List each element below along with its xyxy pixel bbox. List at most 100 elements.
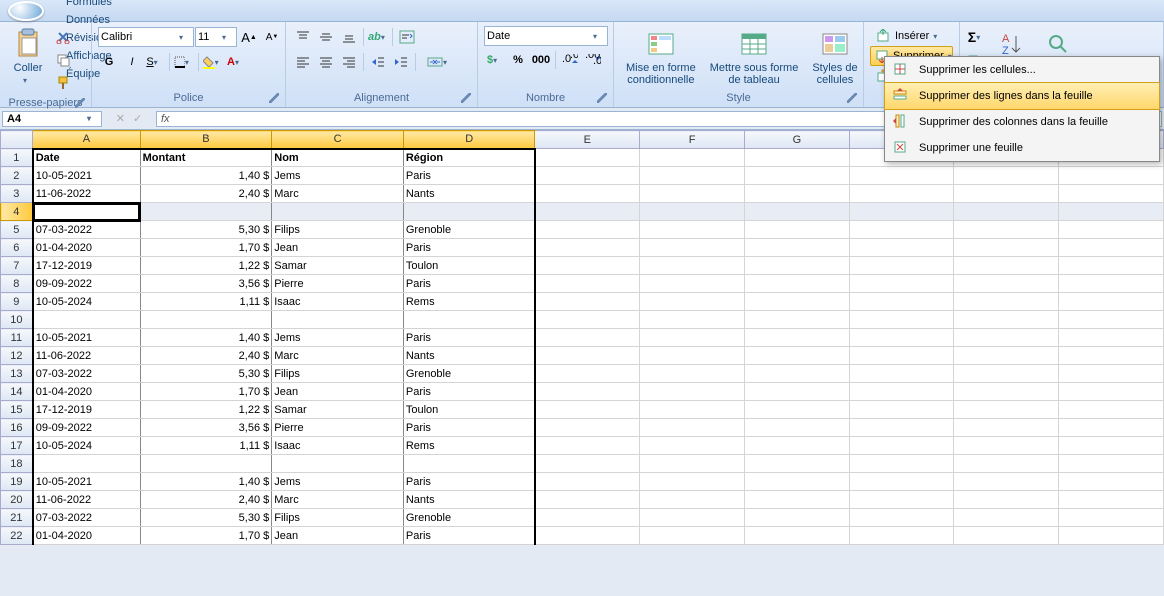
cell-D8[interactable]: Paris: [403, 275, 535, 293]
cell-A9[interactable]: 10-05-2024: [33, 293, 140, 311]
row-header-20[interactable]: 20: [1, 491, 33, 509]
cell-E14[interactable]: [535, 383, 640, 401]
cell-G16[interactable]: [744, 419, 849, 437]
cell-H13[interactable]: [849, 365, 954, 383]
row-header-21[interactable]: 21: [1, 509, 33, 527]
cell-J5[interactable]: [1059, 221, 1164, 239]
cell-E3[interactable]: [535, 185, 640, 203]
cell-F16[interactable]: [640, 419, 745, 437]
cell-F5[interactable]: [640, 221, 745, 239]
cell-B5[interactable]: 5,30 $: [140, 221, 272, 239]
cell-C15[interactable]: Samar: [272, 401, 404, 419]
cell-G19[interactable]: [744, 473, 849, 491]
cell-D20[interactable]: Nants: [403, 491, 535, 509]
cell-I21[interactable]: [954, 509, 1059, 527]
cell-J9[interactable]: [1059, 293, 1164, 311]
cell-D6[interactable]: Paris: [403, 239, 535, 257]
cell-J8[interactable]: [1059, 275, 1164, 293]
cell-A7[interactable]: 17-12-2019: [33, 257, 140, 275]
cell-I4[interactable]: [954, 203, 1059, 221]
cell-C5[interactable]: Filips: [272, 221, 404, 239]
cell-G5[interactable]: [744, 221, 849, 239]
format-painter-button[interactable]: [52, 72, 74, 94]
cell-A11[interactable]: 10-05-2021: [33, 329, 140, 347]
cell-I17[interactable]: [954, 437, 1059, 455]
cell-I19[interactable]: [954, 473, 1059, 491]
cell-J20[interactable]: [1059, 491, 1164, 509]
cell-B3[interactable]: 2,40 $: [140, 185, 272, 203]
office-button-icon[interactable]: [8, 1, 44, 21]
cell-C6[interactable]: Jean: [272, 239, 404, 257]
cell-F11[interactable]: [640, 329, 745, 347]
cell-I16[interactable]: [954, 419, 1059, 437]
increase-indent-button[interactable]: [390, 51, 412, 73]
row-header-5[interactable]: 5: [1, 221, 33, 239]
cell-D18[interactable]: [403, 455, 535, 473]
cell-H15[interactable]: [849, 401, 954, 419]
cell-I5[interactable]: [954, 221, 1059, 239]
row-header-19[interactable]: 19: [1, 473, 33, 491]
fill-color-button[interactable]: ▾: [202, 51, 224, 73]
cell-G17[interactable]: [744, 437, 849, 455]
column-header-G[interactable]: G: [744, 131, 849, 149]
cell-G4[interactable]: [744, 203, 849, 221]
cell-J13[interactable]: [1059, 365, 1164, 383]
cell-F15[interactable]: [640, 401, 745, 419]
cell-H21[interactable]: [849, 509, 954, 527]
cell-styles-button[interactable]: Styles de cellules: [806, 26, 863, 88]
insert-cells-button[interactable]: Insérer▾: [870, 26, 953, 46]
cell-F14[interactable]: [640, 383, 745, 401]
cell-G8[interactable]: [744, 275, 849, 293]
tab-formules[interactable]: Formules: [52, 0, 146, 11]
cell-A21[interactable]: 07-03-2022: [33, 509, 140, 527]
cell-J16[interactable]: [1059, 419, 1164, 437]
cell-G18[interactable]: [744, 455, 849, 473]
cell-H8[interactable]: [849, 275, 954, 293]
cell-A8[interactable]: 09-09-2022: [33, 275, 140, 293]
cell-C10[interactable]: [272, 311, 404, 329]
cell-C16[interactable]: Pierre: [272, 419, 404, 437]
cell-I15[interactable]: [954, 401, 1059, 419]
conditional-format-button[interactable]: Mise en forme conditionnelle: [620, 26, 702, 88]
cell-A2[interactable]: 10-05-2021: [33, 167, 140, 185]
cell-E11[interactable]: [535, 329, 640, 347]
row-header-16[interactable]: 16: [1, 419, 33, 437]
cell-E6[interactable]: [535, 239, 640, 257]
cell-H22[interactable]: [849, 527, 954, 545]
align-middle-button[interactable]: [315, 26, 337, 48]
font-name-combo[interactable]: ▾: [98, 27, 194, 47]
cell-E21[interactable]: [535, 509, 640, 527]
cell-G21[interactable]: [744, 509, 849, 527]
cell-C13[interactable]: Filips: [272, 365, 404, 383]
cell-C7[interactable]: Samar: [272, 257, 404, 275]
cell-F10[interactable]: [640, 311, 745, 329]
cell-G6[interactable]: [744, 239, 849, 257]
cell-E4[interactable]: [535, 203, 640, 221]
cell-G2[interactable]: [744, 167, 849, 185]
cell-B17[interactable]: 1,11 $: [140, 437, 272, 455]
cell-H2[interactable]: [849, 167, 954, 185]
paste-button[interactable]: Coller ▾: [6, 26, 50, 87]
column-header-B[interactable]: B: [140, 131, 272, 149]
delete-menu-item-1[interactable]: Supprimer des lignes dans la feuille: [884, 82, 1160, 110]
cell-A15[interactable]: 17-12-2019: [33, 401, 140, 419]
cell-E7[interactable]: [535, 257, 640, 275]
cell-F17[interactable]: [640, 437, 745, 455]
increase-decimal-button[interactable]: .0.00: [559, 49, 581, 71]
cell-H16[interactable]: [849, 419, 954, 437]
cell-B11[interactable]: 1,40 $: [140, 329, 272, 347]
cell-E20[interactable]: [535, 491, 640, 509]
cell-I6[interactable]: [954, 239, 1059, 257]
cell-B18[interactable]: [140, 455, 272, 473]
cell-E5[interactable]: [535, 221, 640, 239]
column-header-D[interactable]: D: [403, 131, 535, 149]
decrease-indent-button[interactable]: [367, 51, 389, 73]
cell-D7[interactable]: Toulon: [403, 257, 535, 275]
cell-G3[interactable]: [744, 185, 849, 203]
merge-button[interactable]: ▾: [419, 51, 461, 73]
cell-J3[interactable]: [1059, 185, 1164, 203]
cell-G14[interactable]: [744, 383, 849, 401]
cell-C2[interactable]: Jems: [272, 167, 404, 185]
cell-A10[interactable]: [33, 311, 140, 329]
cell-H9[interactable]: [849, 293, 954, 311]
